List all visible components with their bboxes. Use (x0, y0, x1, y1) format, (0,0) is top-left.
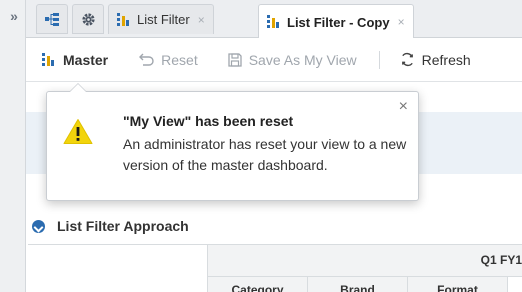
row-header-area (28, 245, 208, 292)
refresh-label: Refresh (421, 51, 471, 68)
data-grid: Q1 FY1 Category Brand Format (28, 244, 522, 292)
gear-icon (81, 12, 95, 26)
toolbar-divider (378, 50, 380, 69)
dashboard-icon (267, 15, 279, 28)
section-title: List Filter Approach (57, 218, 189, 234)
close-tab-icon[interactable]: × (398, 15, 405, 29)
master-button[interactable]: Master (42, 52, 108, 68)
tree-view-button[interactable] (36, 4, 68, 34)
refresh-button[interactable]: Refresh (400, 52, 471, 68)
dashboard-icon (117, 12, 129, 26)
column-header-format[interactable]: Format (408, 277, 508, 292)
refresh-icon (401, 52, 413, 67)
reset-button[interactable]: Reset (138, 52, 198, 68)
tree-icon (45, 13, 59, 26)
tab-label: List Filter - Copy (287, 14, 390, 30)
reset-notification-popup: "My View" has been reset An administrato… (46, 83, 419, 201)
settings-button[interactable] (72, 4, 104, 34)
master-label: Master (63, 51, 109, 68)
save-as-my-view-button[interactable]: Save As My View (228, 52, 357, 68)
warning-icon (63, 118, 93, 148)
dashboard-icon (42, 52, 54, 66)
undo-icon (139, 53, 154, 66)
close-icon[interactable]: × (399, 98, 408, 116)
tab-list-filter-copy[interactable]: List Filter - Copy × (258, 4, 414, 39)
tab-bar: List Filter × List Filter - Copy × (26, 0, 522, 39)
toolbar: Master Reset Save As My View Refresh (26, 38, 522, 82)
section-header[interactable]: List Filter Approach (32, 218, 189, 234)
tab-list-filter[interactable]: List Filter × (108, 4, 214, 34)
expand-sidebar-button[interactable]: » (0, 8, 26, 24)
column-header-brand[interactable]: Brand (308, 277, 408, 292)
tab-label: List Filter (137, 12, 190, 27)
side-rail: » (0, 0, 26, 292)
save-icon (228, 52, 242, 67)
save-as-my-view-label: Save As My View (248, 51, 357, 68)
notification-title: "My View" has been reset (123, 113, 294, 129)
notification-message: An administrator has reset your view to … (123, 136, 407, 173)
reset-label: Reset (161, 51, 198, 68)
close-tab-icon[interactable]: × (198, 13, 205, 27)
period-header: Q1 FY1 (208, 245, 522, 277)
column-header-category[interactable]: Category (208, 277, 308, 292)
collapse-icon[interactable] (32, 219, 45, 233)
